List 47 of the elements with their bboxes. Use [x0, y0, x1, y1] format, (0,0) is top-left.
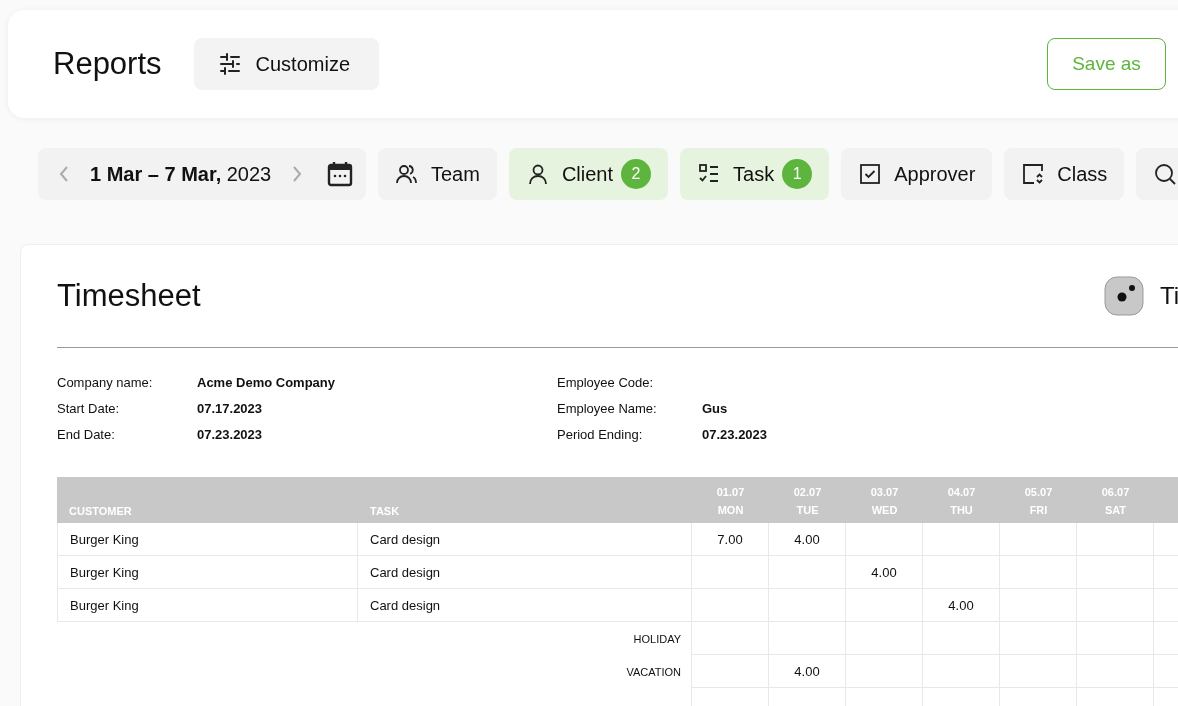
field-label: Period Ending:: [557, 426, 643, 442]
count-badge: 2: [621, 159, 652, 189]
row-label: VACATION: [626, 665, 681, 678]
date-range-picker[interactable]: 1 Mar – 7 Mar, 2023: [38, 148, 366, 200]
toggle-label: Ti: [1160, 282, 1178, 310]
table-cell: Burger King: [57, 556, 358, 589]
filter-chip[interactable]: Team: [378, 148, 497, 200]
sliders-icon: [217, 52, 242, 76]
field-value: Acme Demo Company: [197, 374, 335, 390]
field-label: Company name:: [57, 374, 153, 390]
chevron-right-icon: [291, 165, 304, 183]
field-value: Gus: [702, 400, 728, 416]
calendar-icon: [327, 161, 354, 187]
search-icon: [1153, 162, 1178, 186]
filter-chip[interactable]: Client 2: [508, 148, 669, 200]
field-label: Employee Name:: [557, 400, 657, 416]
table-cell: Burger King: [57, 589, 358, 622]
filter-chip[interactable]: Approver: [841, 148, 993, 200]
field-label: Start Date:: [57, 400, 120, 416]
table-cell: 4.00: [923, 589, 1000, 622]
timesheet-title: Timesheet: [57, 278, 201, 314]
row-label: HOLIDAY: [633, 632, 681, 645]
class-icon: [1021, 162, 1046, 186]
field-value: 07.23.2023: [702, 426, 768, 442]
customize-button[interactable]: Customize: [193, 38, 379, 90]
date-range: 1 Mar – 7 Mar, 2023: [90, 162, 272, 186]
team-icon: [395, 162, 419, 186]
table-cell: 4.00: [846, 556, 923, 589]
filter-chip[interactable]: [1136, 148, 1178, 200]
field-label: End Date:: [57, 426, 115, 442]
checkbox-icon: [858, 162, 883, 186]
field-label: Employee Code:: [557, 374, 654, 390]
filter-chip[interactable]: Class: [1004, 148, 1125, 200]
table-cell: Card design: [358, 589, 692, 622]
field-value: 07.23.2023: [197, 426, 263, 442]
count-badge: 1: [782, 159, 813, 189]
table-cell: Burger King: [57, 523, 358, 556]
table-cell: 4.00: [769, 523, 846, 556]
table-cell: 7.00: [692, 523, 769, 556]
toggle-icon: [1104, 276, 1144, 316]
chevron-left-icon: [58, 165, 70, 183]
field-value: 07.17.2023: [197, 400, 263, 416]
table-cell: Card design: [358, 523, 692, 556]
table-cell: 4.00: [769, 655, 846, 688]
table-cell: Card design: [358, 556, 692, 589]
page-title: Reports: [53, 46, 162, 82]
filter-chip[interactable]: Task 1: [680, 148, 830, 200]
